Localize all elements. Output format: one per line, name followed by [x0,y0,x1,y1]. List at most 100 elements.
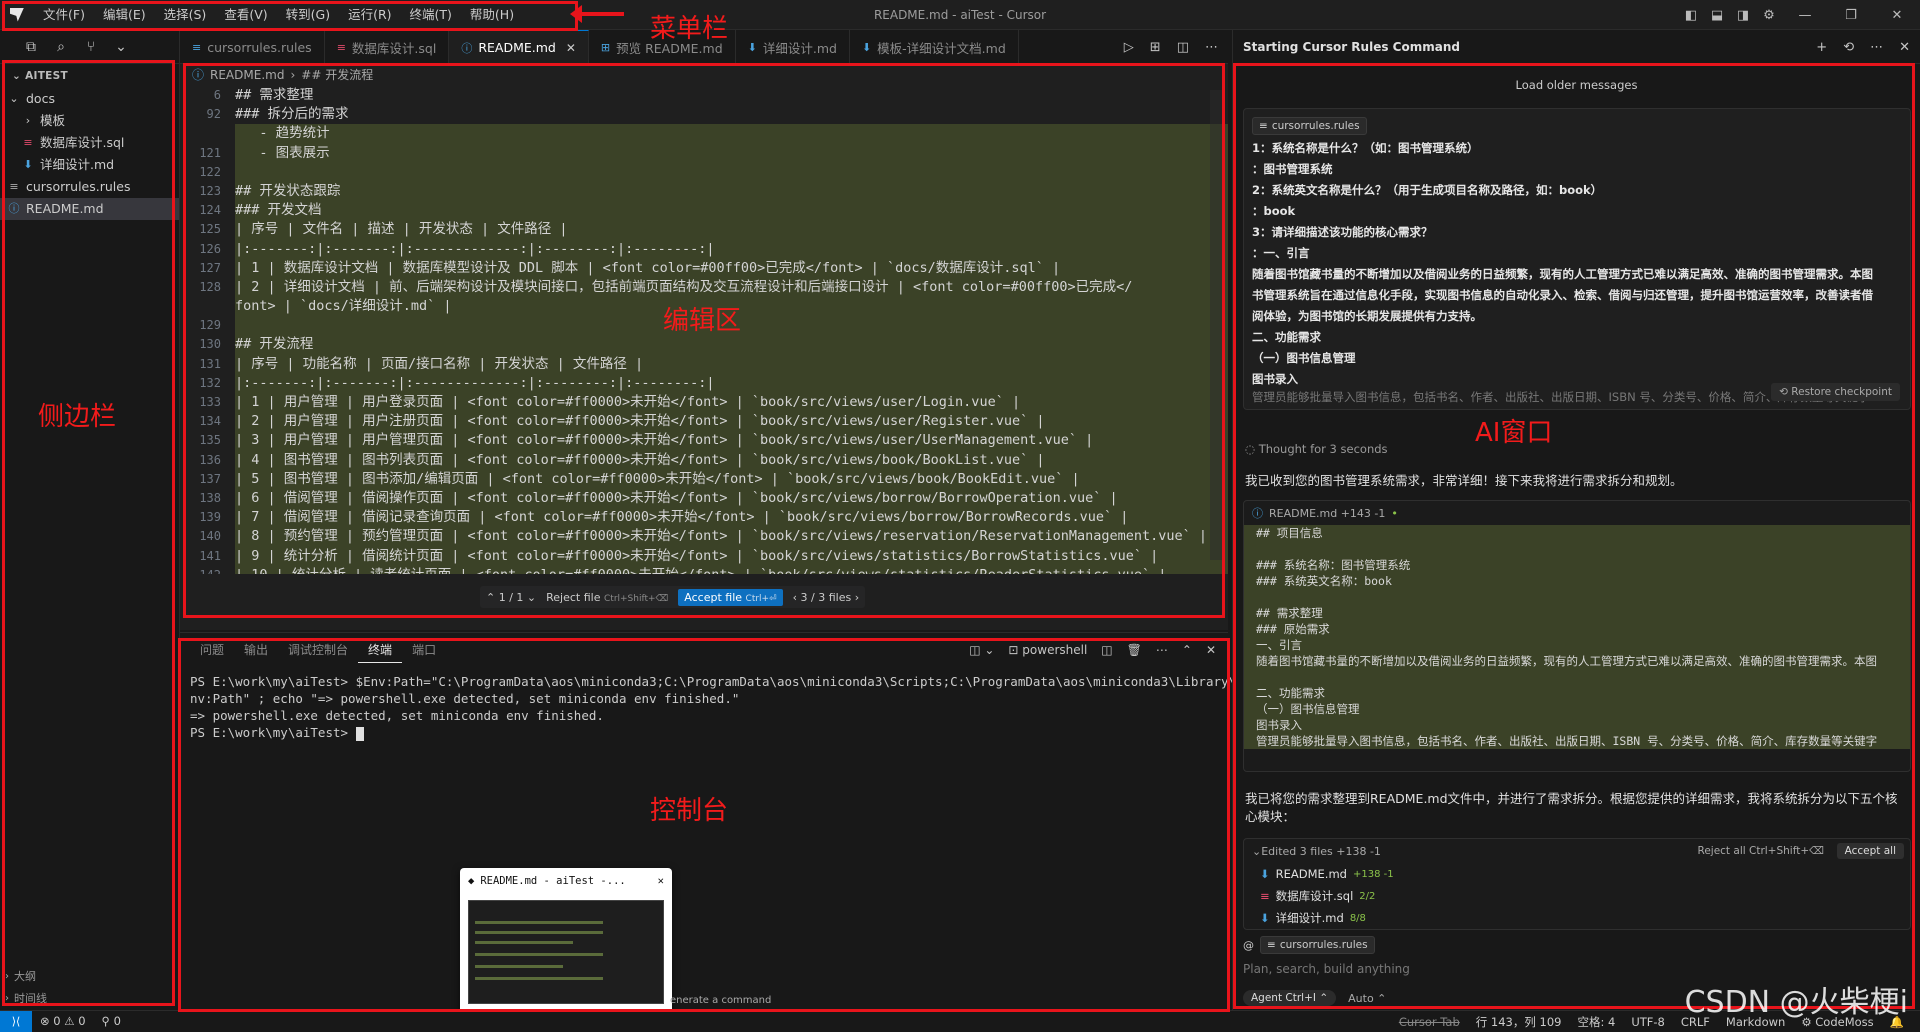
tree-item[interactable]: ≡数据库设计.sql [0,132,179,154]
chevron-down-icon[interactable]: ⌄ [1252,845,1261,858]
chevron-down-icon[interactable]: ⌄ [112,39,130,55]
maximize-panel-icon[interactable]: ⌃ [1182,643,1192,657]
panel-tab[interactable]: 调试控制台 [278,633,358,667]
menu-view[interactable]: 查看(V) [215,0,276,30]
close-icon[interactable]: ✕ [566,41,576,55]
cursor-position[interactable]: 行 143，列 109 [1468,1014,1570,1030]
user-message[interactable]: ≡cursorrules.rules 1：系统名称是什么？（如：图书管理系统）：… [1243,108,1911,410]
reject-file-button[interactable]: Reject file Ctrl+Shift+⌫ [546,591,668,604]
editor-tab[interactable]: ≡数据库设计.sql [325,30,450,64]
line-text: | 8 | 预约管理 | 预约管理页面 | <font color=#ff000… [235,527,1228,546]
toggle-primary-sidebar-icon[interactable]: ◧ [1678,0,1704,30]
more-actions-icon[interactable]: ⋯ [1156,643,1168,657]
breadcrumb-heading[interactable]: ## 开发流程 [301,64,373,86]
edited-file-row[interactable]: ⬇README.md+138 -1 [1244,863,1910,885]
more-actions-icon[interactable]: ⋯ [1870,40,1883,55]
diff-line: ### 系统英文名称：book [1244,573,1910,589]
minimize-icon[interactable]: — [1782,0,1828,30]
search-icon[interactable]: ⌕ [52,39,70,55]
tree-item[interactable]: ⬇详细设计.md [0,154,179,176]
at-mention-icon[interactable]: @ [1243,939,1254,952]
line-text: | 序号 | 功能名称 | 页面/接口名称 | 开发状态 | 文件路径 | [235,355,1228,374]
split-editor-icon[interactable]: ◫ [1177,40,1189,55]
context-chip[interactable]: ≡cursorrules.rules [1260,936,1375,954]
menu-run[interactable]: 运行(R) [339,0,400,30]
diff-line: ### 原始需求 [1244,621,1910,637]
split-terminal-icon[interactable]: ◫ [1101,643,1112,657]
menu-terminal[interactable]: 终端(T) [401,0,461,30]
diff-files-nav[interactable]: ‹ 3 / 3 files › [793,591,860,604]
cursor-tab-status[interactable]: Cursor Tab [1391,1015,1468,1029]
outline-section[interactable]: ›大纲 [0,966,179,988]
toggle-secondary-sidebar-icon[interactable]: ◨ [1730,0,1756,30]
chat-input[interactable]: Plan, search, build anything [1243,962,1911,976]
timeline-section[interactable]: ›时间线 [0,988,179,1010]
menu-help[interactable]: 帮助(H) [461,0,523,30]
reject-all-button[interactable]: Reject all Ctrl+Shift+⌫ [1698,845,1825,857]
file-tree: ⌄docs›模板≡数据库设计.sql⬇详细设计.md≡cursorrules.r… [0,88,179,220]
taskbar-preview-popup[interactable]: ◆README.md - aiTest -...✕ [460,868,672,1020]
accept-all-button[interactable]: Accept all [1837,843,1904,859]
close-icon[interactable]: ✕ [1899,40,1910,55]
model-select[interactable]: Auto ⌃ [1348,992,1386,1005]
terminal-shell-label[interactable]: ⊡ powershell [1008,643,1087,657]
trash-icon[interactable]: 🗑 [1127,643,1142,657]
problems-status[interactable]: ⊗ 0 ⚠ 0 [32,1014,94,1028]
window-thumbnail [468,900,664,1004]
toggle-panel-icon[interactable]: ⬓ [1704,0,1730,30]
thought-indicator[interactable]: ◌ Thought for 3 seconds [1245,442,1388,456]
context-chip[interactable]: ≡cursorrules.rules [1252,117,1367,135]
menu-edit[interactable]: 编辑(E) [94,0,155,30]
ports-status[interactable]: ⚲ 0 [94,1014,129,1028]
diff-card[interactable]: ⓘREADME.md +143 -1• ## 项目信息### 系统名称：图书管理… [1243,500,1911,772]
agent-mode-select[interactable]: Agent Ctrl+I ⌃ [1243,990,1336,1006]
diff-nav[interactable]: ⌃ 1 / 1 ⌄ [486,591,536,604]
remote-icon[interactable]: ⟩⟨ [0,1011,32,1032]
run-icon[interactable]: ▷ [1124,40,1134,55]
edited-file-row[interactable]: ≡数据库设计.sql2/2 [1244,885,1910,907]
tree-item[interactable]: ⌄docs [0,88,179,110]
preview-icon[interactable]: ⊞ [1150,40,1161,55]
close-icon[interactable]: ✕ [658,875,664,887]
edited-file-row[interactable]: ⬇详细设计.md8/8 [1244,907,1910,929]
line-number: 134 [180,412,235,431]
panel-tab[interactable]: 输出 [234,633,278,667]
close-window-icon[interactable]: ✕ [1874,0,1920,30]
line-number: 126 [180,240,235,259]
panel-tab[interactable]: 问题 [190,633,234,667]
tree-item[interactable]: ›模板 [0,110,179,132]
info-icon: ⓘ [6,198,22,220]
new-chat-icon[interactable]: + [1816,40,1827,55]
accept-file-button[interactable]: Accept file Ctrl+⏎ [678,589,782,606]
indentation[interactable]: 空格: 4 [1569,1014,1623,1030]
editor-tab[interactable]: ⬇模板-详细设计文档.md [850,30,1019,64]
menu-selection[interactable]: 选择(S) [155,0,216,30]
encoding[interactable]: UTF-8 [1623,1015,1673,1029]
source-control-icon[interactable]: ⑂ [82,39,100,55]
more-actions-icon[interactable]: ⋯ [1205,40,1218,55]
panel-tab[interactable]: 端口 [402,633,446,667]
workspace-section-header[interactable]: ⌄ AITEST [0,64,179,88]
history-icon[interactable]: ⟲ [1843,40,1854,55]
line-text: | 1 | 用户管理 | 用户登录页面 | <font color=#ff000… [235,393,1228,412]
breadcrumb-file[interactable]: README.md [210,64,284,86]
restore-checkpoint-button[interactable]: ⟲ Restore checkpoint [1771,383,1900,401]
settings-gear-icon[interactable]: ⚙ [1756,0,1782,30]
close-panel-icon[interactable]: ✕ [1206,643,1216,657]
menu-goto[interactable]: 转到(G) [277,0,339,30]
editor-tab[interactable]: ≡cursorrules.rules [180,30,325,64]
diff-line: ## 项目信息 [1244,525,1910,541]
restore-window-icon[interactable]: ❐ [1828,0,1874,30]
diff-line: 管理员能够批量导入图书信息，包括书名、作者、出版社、出版日期、ISBN 号、分类… [1244,733,1910,749]
tree-item[interactable]: ≡cursorrules.rules [0,176,179,198]
menu-file[interactable]: 文件(F) [34,0,94,30]
editor-scrollbar[interactable] [1210,90,1222,560]
terminal-output[interactable]: PS E:\work\my\aiTest> $Env:Path="C:\Prog… [180,667,1228,747]
new-terminal-icon[interactable]: ◫ ⌄ [969,643,994,657]
editor-tab[interactable]: ⬇详细设计.md [736,30,850,64]
panel-tab[interactable]: 终端 [358,638,402,663]
editor-tab[interactable]: ⓘREADME.md✕ [449,30,589,64]
explorer-icon[interactable]: ⧉ [22,39,40,55]
load-older-messages-button[interactable]: Load older messages [1233,78,1920,92]
tree-item[interactable]: ⓘREADME.md [0,198,179,220]
